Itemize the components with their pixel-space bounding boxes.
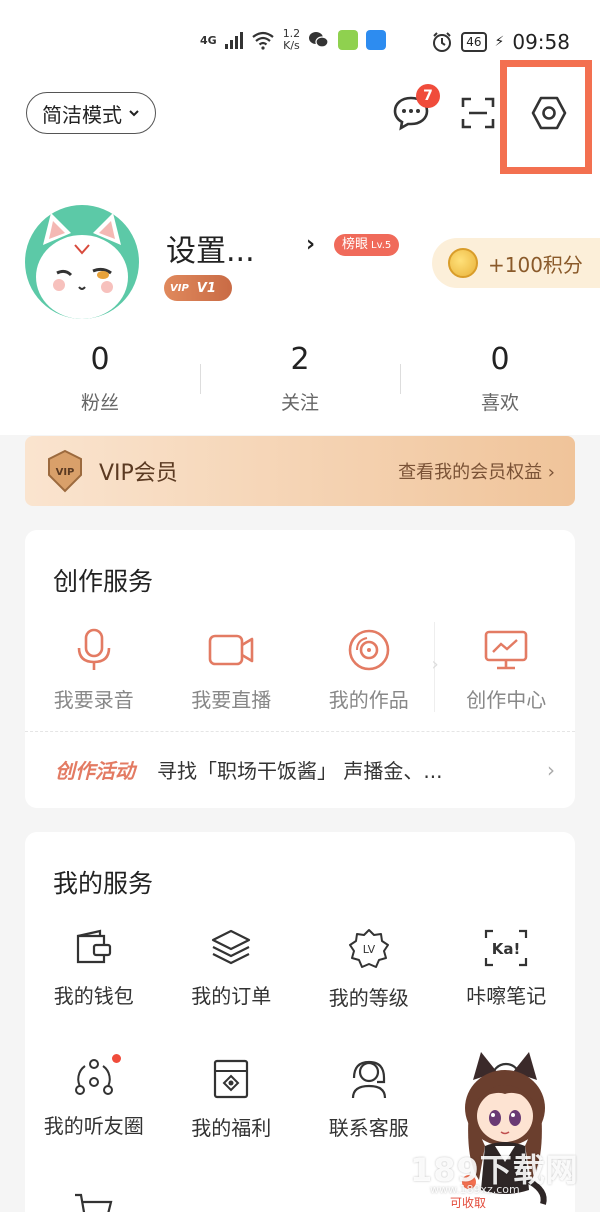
notification-dot	[112, 1054, 121, 1063]
level-icon-text: LV	[363, 943, 376, 956]
stat-value: 2	[290, 342, 310, 377]
signal-icon	[224, 31, 243, 49]
settings-highlight-box	[500, 60, 592, 174]
ka-icon-text: Ka!	[492, 940, 521, 958]
app-icon-green	[338, 30, 359, 50]
service-creator-center[interactable]: › 创作中心	[432, 622, 576, 713]
status-left: 4G 1.2 K/s	[200, 27, 387, 52]
stat-divider	[400, 364, 401, 394]
wechat-icon	[309, 32, 329, 48]
cat-avatar-icon	[36, 213, 128, 319]
coin-icon	[448, 248, 478, 278]
ka-note-icon: Ka!	[485, 929, 528, 967]
service-label: 我的等级	[328, 986, 409, 1010]
vip-level-badge[interactable]: VIP V1	[164, 275, 232, 301]
service-friends-circle[interactable]: 我的听友圈	[25, 1054, 163, 1141]
service-label: 我要录音	[53, 688, 134, 712]
vip-benefits-link[interactable]: 查看我的会员权益 ›	[398, 458, 555, 484]
mode-switch-button[interactable]: 简洁模式	[26, 92, 156, 134]
stat-likes[interactable]: 0 喜欢	[400, 340, 600, 420]
microphone-icon	[77, 628, 111, 670]
activity-text: 寻找「职场干饭酱」 声播金、...	[157, 759, 443, 783]
service-customer-support[interactable]: 联系客服	[300, 1058, 438, 1141]
service-label: 创作中心	[466, 688, 547, 712]
creation-activity-row[interactable]: 创作活动 寻找「职场干饭酱」 声播金、... ›	[55, 755, 555, 784]
vip-label: VIP会员	[99, 461, 178, 486]
service-ka-notes[interactable]: Ka! 咔嚓笔记	[438, 928, 576, 1011]
charging-icon: ⚡	[494, 34, 505, 50]
app-icon-blue	[366, 30, 387, 50]
creation-services-card: 创作服务 我要录音 我要直播 我的作品 › 创作中心 创作活动 寻找「职场干饭酱…	[25, 530, 575, 808]
activity-tag: 创作活动	[55, 759, 135, 783]
message-count-badge: 7	[416, 84, 440, 108]
stat-fans[interactable]: 0 粉丝	[0, 340, 200, 420]
layers-icon	[212, 929, 251, 965]
service-label: 联系客服	[328, 1116, 409, 1140]
service-wallet[interactable]: 我的钱包	[25, 928, 163, 1011]
service-orders[interactable]: 我的订单	[163, 928, 301, 1011]
card-title: 创作服务	[53, 567, 154, 596]
avatar[interactable]	[25, 205, 139, 319]
service-record[interactable]: 我要录音	[25, 628, 163, 713]
stat-label: 关注	[280, 392, 319, 414]
chevron-right-icon: ›	[547, 757, 555, 782]
service-label: 我的钱包	[53, 984, 134, 1008]
network-speed: 1.2 K/s	[282, 27, 301, 52]
headset-icon	[351, 1060, 386, 1099]
stat-following[interactable]: 2 关注	[200, 340, 400, 420]
rank-tag[interactable]: 榜眼 Lv.5	[334, 234, 400, 256]
mode-label: 简洁模式	[42, 102, 122, 127]
service-label: 我的福利	[191, 1116, 272, 1140]
service-level[interactable]: LV 我的等级	[300, 928, 438, 1011]
service-works[interactable]: 我的作品	[300, 628, 438, 713]
friends-circle-icon	[74, 1059, 113, 1095]
service-label: 我的作品	[328, 688, 409, 712]
service-label: 我要直播	[191, 688, 272, 712]
battery-indicator: 46	[461, 32, 487, 52]
username[interactable]: 设置...	[166, 226, 255, 270]
stat-label: 粉丝	[80, 392, 119, 414]
vip-membership-banner[interactable]: VIP VIP会员 查看我的会员权益 ›	[25, 436, 575, 506]
disc-icon	[348, 629, 390, 671]
points-button[interactable]: +100积分	[432, 238, 600, 288]
gift-card-icon	[214, 1059, 249, 1099]
service-live[interactable]: 我要直播	[163, 628, 301, 713]
status-right: 46 ⚡ 09:58	[431, 30, 570, 54]
stat-value: 0	[490, 342, 510, 377]
points-label: +100积分	[488, 252, 583, 277]
vip-crest-icon: VIP	[48, 449, 82, 493]
stat-label: 喜欢	[480, 392, 519, 414]
service-label: 我的订单	[191, 984, 272, 1008]
alarm-icon	[433, 32, 452, 52]
divider-arrow-icon: ›	[431, 654, 439, 675]
monitor-chart-icon	[484, 630, 528, 670]
clock: 09:58	[512, 30, 570, 54]
profile-arrow-icon[interactable]: ›	[306, 232, 315, 257]
service-label: 咔嚓笔记	[466, 984, 547, 1008]
dashed-divider	[25, 731, 575, 732]
wifi-icon	[252, 31, 274, 50]
network-type: 4G	[200, 33, 217, 47]
video-camera-icon	[208, 634, 254, 666]
vip-tag: VIP	[170, 282, 189, 294]
collect-label[interactable]: 可收取	[450, 1194, 486, 1211]
creation-services-row: 我要录音 我要直播 我的作品 › 创作中心	[25, 622, 576, 713]
wallet-icon	[76, 929, 111, 964]
level-badge-icon: LV	[348, 929, 389, 968]
vip-crest-text: VIP	[56, 467, 75, 478]
stat-divider	[200, 364, 201, 394]
service-benefits[interactable]: 我的福利	[163, 1058, 301, 1141]
cart-icon	[75, 1193, 113, 1212]
my-services-row-1: 我的钱包 我的订单 LV 我的等级 Ka! 咔嚓笔记	[25, 928, 575, 1011]
stats-row: 0 粉丝 2 关注 0 喜欢	[0, 340, 600, 420]
message-button[interactable]: 7	[390, 84, 440, 134]
vip-level: V1	[196, 280, 216, 296]
scan-button[interactable]	[458, 94, 498, 132]
service-label: 我的听友圈	[43, 1114, 144, 1138]
card-title: 我的服务	[53, 869, 154, 898]
scan-icon	[461, 97, 495, 129]
stat-value: 0	[90, 342, 110, 377]
chevron-down-icon	[129, 110, 139, 117]
